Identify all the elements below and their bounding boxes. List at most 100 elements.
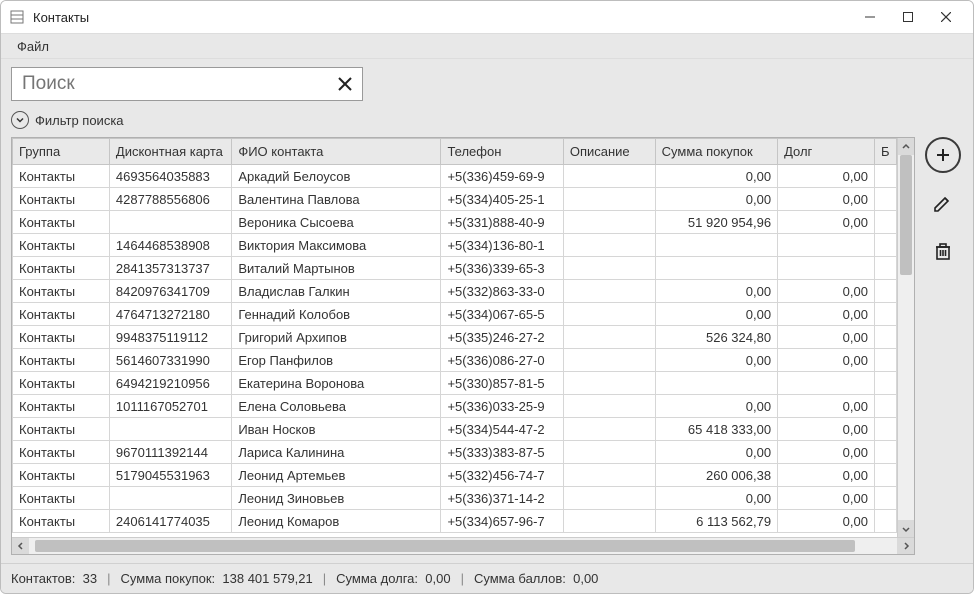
cell-card: 5179045531963 — [109, 464, 231, 487]
cell-sum: 0,00 — [655, 280, 777, 303]
cell-desc — [563, 257, 655, 280]
col-header-desc[interactable]: Описание — [563, 139, 655, 165]
cell-group: Контакты — [13, 441, 110, 464]
cell-card — [109, 418, 231, 441]
scroll-down-button[interactable] — [898, 520, 914, 537]
search-input[interactable] — [12, 69, 328, 99]
window: Контакты Файл Фильтр поиска — [0, 0, 974, 594]
menu-file[interactable]: Файл — [7, 36, 59, 57]
col-header-name[interactable]: ФИО контакта — [232, 139, 441, 165]
cell-debt: 0,00 — [778, 487, 875, 510]
cell-card — [109, 487, 231, 510]
cell-sum: 6 113 562,79 — [655, 510, 777, 533]
table-row[interactable]: Контакты2841357313737Виталий Мартынов+5(… — [13, 257, 897, 280]
cell-phone: +5(330)857-81-5 — [441, 372, 563, 395]
cell-debt: 0,00 — [778, 464, 875, 487]
content: Фильтр поиска Группа Дисконтная ка — [1, 59, 973, 563]
scroll-up-button[interactable] — [898, 138, 914, 155]
status-contacts-value: 33 — [83, 571, 97, 586]
cell-sum — [655, 257, 777, 280]
chevron-down-icon — [11, 111, 29, 129]
status-contacts-label: Контактов: — [11, 571, 75, 586]
cell-sum: 65 418 333,00 — [655, 418, 777, 441]
cell-name: Леонид Зиновьев — [232, 487, 441, 510]
delete-button[interactable] — [925, 233, 961, 269]
status-points-label: Сумма баллов: — [474, 571, 566, 586]
edit-button[interactable] — [925, 185, 961, 221]
cell-sum: 0,00 — [655, 395, 777, 418]
table-row[interactable]: КонтактыИван Носков+5(334)544-47-265 418… — [13, 418, 897, 441]
cell-card: 9948375119112 — [109, 326, 231, 349]
table-row[interactable]: Контакты8420976341709Владислав Галкин+5(… — [13, 280, 897, 303]
cell-group: Контакты — [13, 418, 110, 441]
cell-group: Контакты — [13, 464, 110, 487]
add-button[interactable] — [925, 137, 961, 173]
horizontal-scrollbar[interactable] — [12, 537, 914, 554]
cell-debt: 0,00 — [778, 165, 875, 188]
cell-phone: +5(336)371-14-2 — [441, 487, 563, 510]
cell-last — [874, 188, 896, 211]
side-actions — [915, 137, 963, 555]
cell-last — [874, 395, 896, 418]
table-row[interactable]: Контакты5614607331990Егор Панфилов+5(336… — [13, 349, 897, 372]
table-row[interactable]: Контакты4693564035883Аркадий Белоусов+5(… — [13, 165, 897, 188]
table-row[interactable]: КонтактыЛеонид Зиновьев+5(336)371-14-20,… — [13, 487, 897, 510]
cell-desc — [563, 487, 655, 510]
cell-group: Контакты — [13, 257, 110, 280]
scroll-left-button[interactable] — [12, 538, 29, 554]
scroll-thumb-vertical[interactable] — [900, 155, 912, 275]
close-button[interactable] — [927, 3, 965, 31]
titlebar: Контакты — [1, 1, 973, 33]
table-row[interactable]: Контакты1011167052701Елена Соловьева+5(3… — [13, 395, 897, 418]
table-row[interactable]: Контакты4764713272180Геннадий Колобов+5(… — [13, 303, 897, 326]
scroll-thumb-horizontal[interactable] — [35, 540, 855, 552]
cell-card: 4287788556806 — [109, 188, 231, 211]
table-row[interactable]: Контакты6494219210956Екатерина Воронова+… — [13, 372, 897, 395]
cell-debt: 0,00 — [778, 418, 875, 441]
col-header-sum[interactable]: Сумма покупок — [655, 139, 777, 165]
cell-sum: 260 006,38 — [655, 464, 777, 487]
table-row[interactable]: Контакты5179045531963Леонид Артемьев+5(3… — [13, 464, 897, 487]
table-row[interactable]: Контакты9670111392144Лариса Калинина+5(3… — [13, 441, 897, 464]
table-row[interactable]: Контакты1464468538908Виктория Максимова+… — [13, 234, 897, 257]
table-row[interactable]: КонтактыВероника Сысоева+5(331)888-40-95… — [13, 211, 897, 234]
status-sum-value: 138 401 579,21 — [222, 571, 312, 586]
table-row[interactable]: Контакты2406141774035Леонид Комаров+5(33… — [13, 510, 897, 533]
col-header-phone[interactable]: Телефон — [441, 139, 563, 165]
col-header-group[interactable]: Группа — [13, 139, 110, 165]
col-header-debt[interactable]: Долг — [778, 139, 875, 165]
cell-last — [874, 372, 896, 395]
col-header-card[interactable]: Дисконтная карта — [109, 139, 231, 165]
cell-phone: +5(334)136-80-1 — [441, 234, 563, 257]
cell-phone: +5(332)456-74-7 — [441, 464, 563, 487]
cell-group: Контакты — [13, 372, 110, 395]
cell-card: 4693564035883 — [109, 165, 231, 188]
scroll-right-button[interactable] — [897, 538, 914, 554]
filter-label: Фильтр поиска — [35, 113, 124, 128]
cell-card: 2841357313737 — [109, 257, 231, 280]
cell-card: 1011167052701 — [109, 395, 231, 418]
cell-group: Контакты — [13, 234, 110, 257]
cell-name: Леонид Комаров — [232, 510, 441, 533]
cell-desc — [563, 234, 655, 257]
col-header-last[interactable]: Б — [874, 139, 896, 165]
clear-search-button[interactable] — [328, 67, 362, 101]
filter-toggle[interactable]: Фильтр поиска — [11, 111, 963, 129]
cell-phone: +5(331)888-40-9 — [441, 211, 563, 234]
cell-desc — [563, 349, 655, 372]
vertical-scrollbar[interactable] — [897, 138, 914, 537]
cell-card: 2406141774035 — [109, 510, 231, 533]
maximize-button[interactable] — [889, 3, 927, 31]
contacts-table[interactable]: Группа Дисконтная карта ФИО контакта Тел… — [12, 138, 897, 533]
status-sum-label: Сумма покупок: — [121, 571, 216, 586]
search-row — [11, 67, 963, 101]
cell-name: Григорий Архипов — [232, 326, 441, 349]
table-row[interactable]: Контакты4287788556806Валентина Павлова+5… — [13, 188, 897, 211]
cell-last — [874, 326, 896, 349]
table-row[interactable]: Контакты9948375119112Григорий Архипов+5(… — [13, 326, 897, 349]
statusbar: Контактов: 33 | Сумма покупок: 138 401 5… — [1, 563, 973, 593]
cell-debt: 0,00 — [778, 188, 875, 211]
cell-name: Егор Панфилов — [232, 349, 441, 372]
cell-name: Екатерина Воронова — [232, 372, 441, 395]
minimize-button[interactable] — [851, 3, 889, 31]
